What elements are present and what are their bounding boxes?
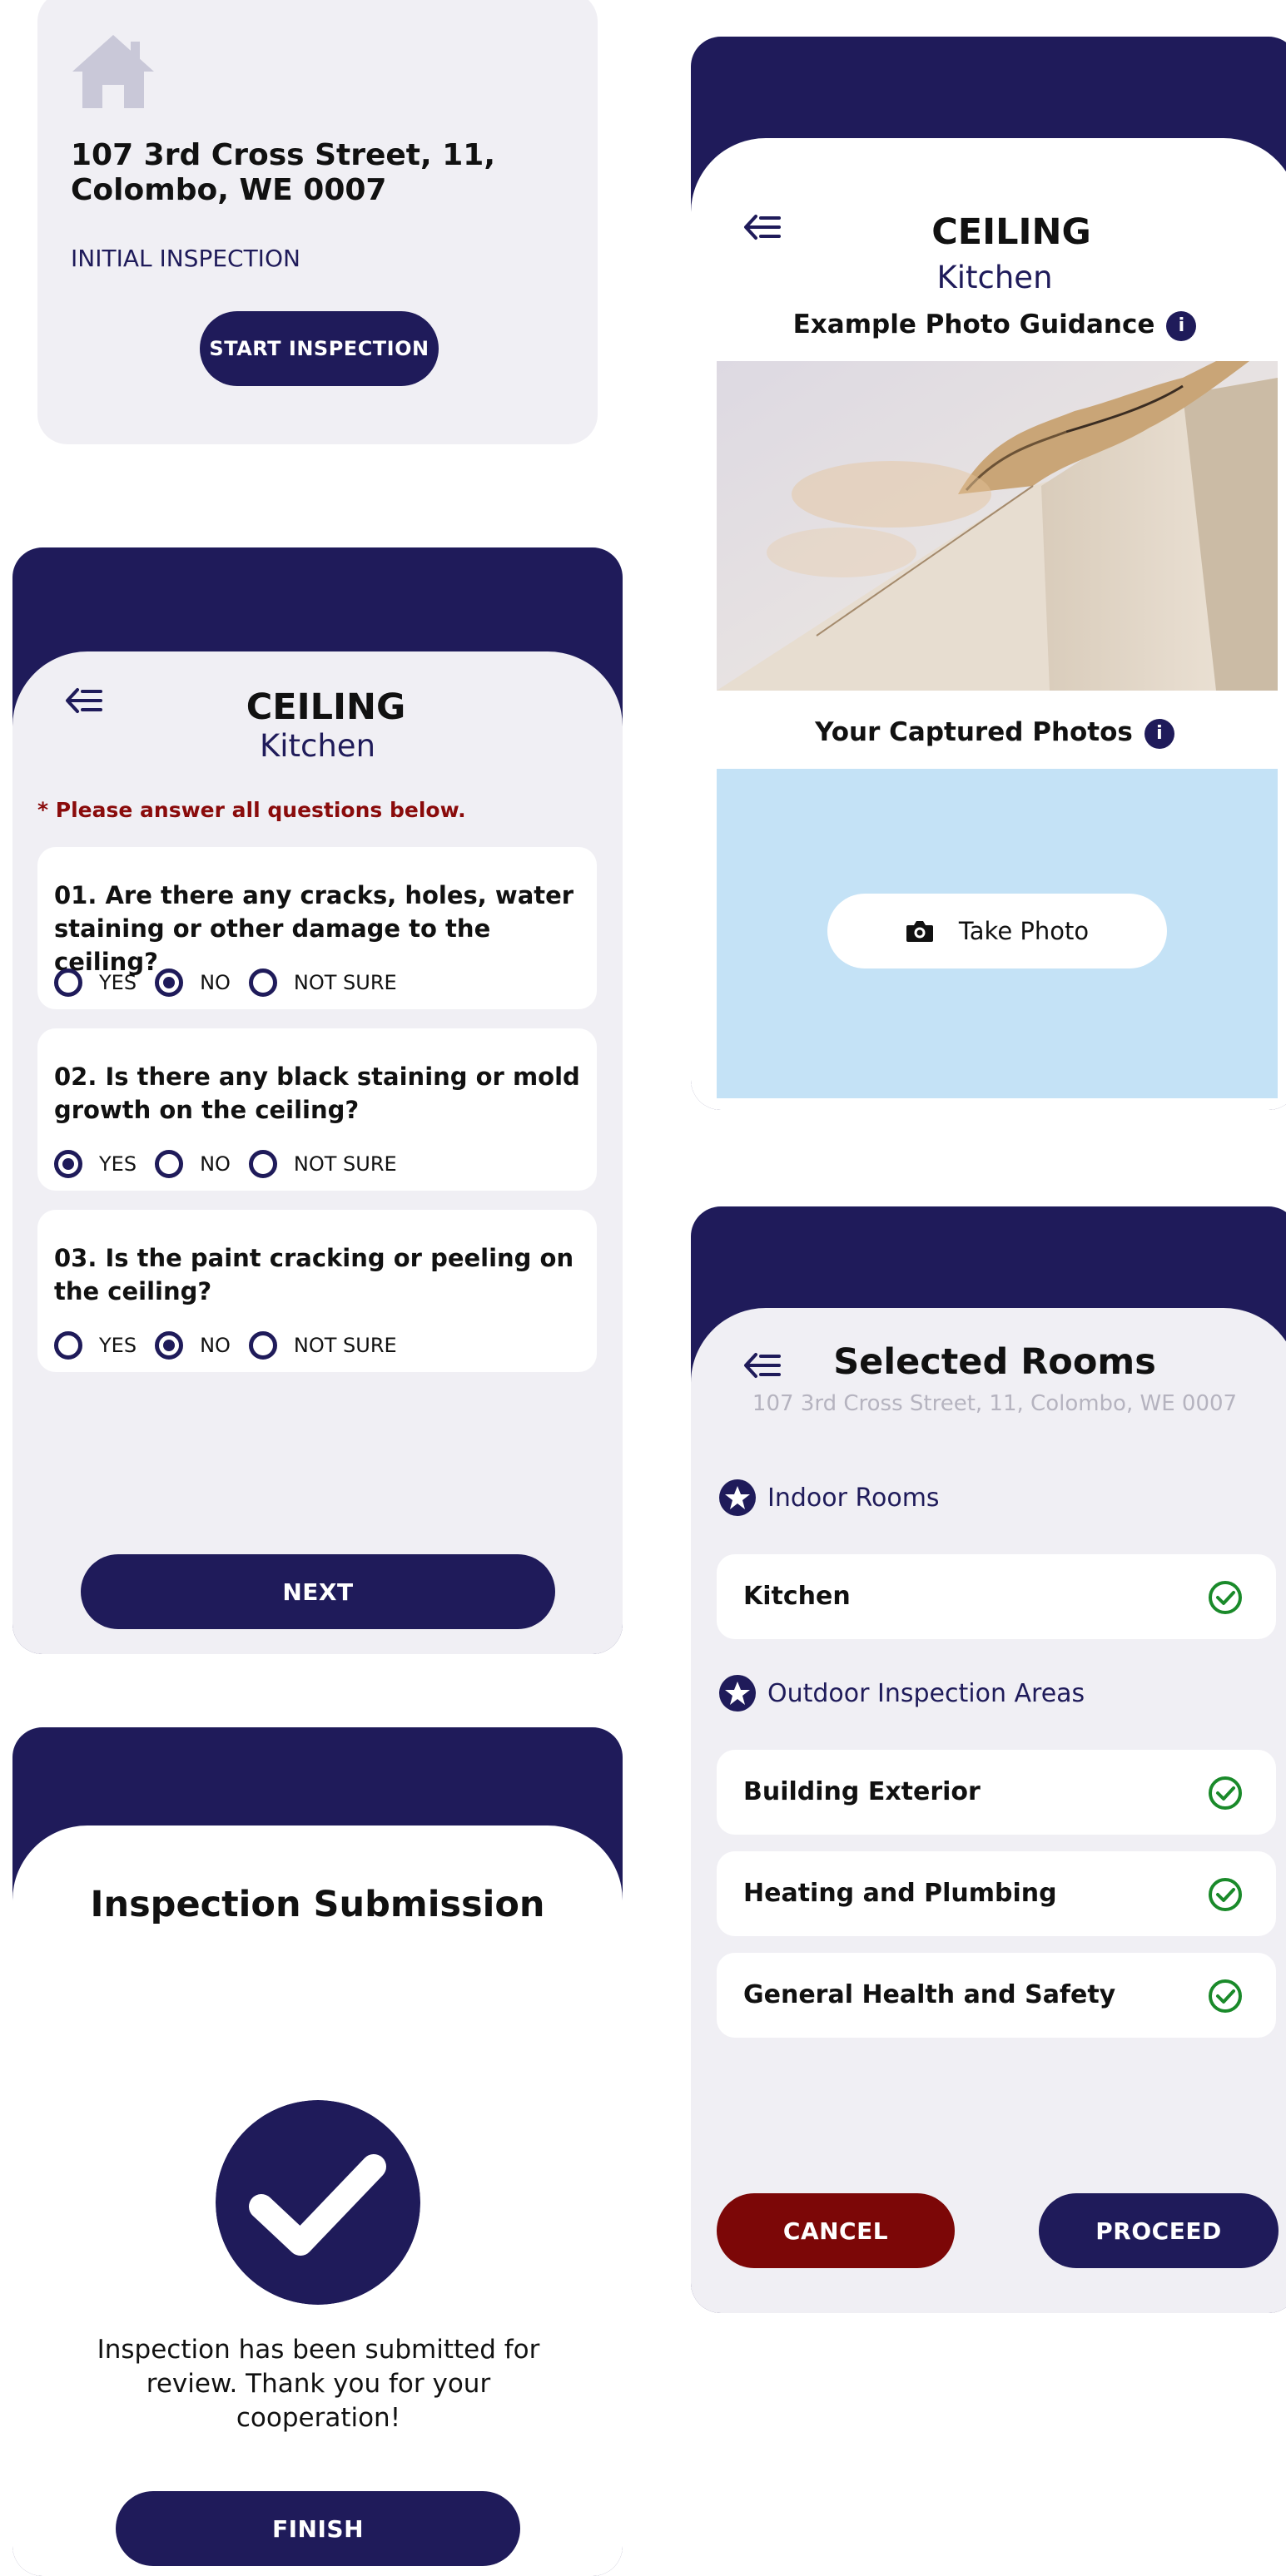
option-not-sure[interactable]: NOT SURE: [248, 1150, 397, 1178]
room-row-kitchen[interactable]: Kitchen: [717, 1554, 1276, 1639]
check-circle-icon: [1209, 1878, 1242, 1911]
option-not-sure[interactable]: NOT SURE: [248, 968, 397, 997]
radio-button[interactable]: [248, 1331, 277, 1360]
indoor-rooms-heading: Indoor Rooms: [719, 1479, 940, 1516]
screen-title: Selected Rooms: [833, 1341, 1156, 1383]
radio-button[interactable]: [248, 1150, 277, 1178]
example-ceiling-photo: [717, 361, 1278, 691]
radio-button-selected[interactable]: [155, 1331, 184, 1360]
screen-title: CEILING: [931, 211, 1091, 253]
finish-button[interactable]: FINISH: [116, 2491, 520, 2566]
answer-options: YES NO NOT SURE: [54, 1331, 415, 1360]
inspection-type-label: INITIAL INSPECTION: [71, 245, 300, 272]
photo-screen: CEILING Kitchen Example Photo Guidancei: [691, 37, 1286, 1110]
radio-button[interactable]: [54, 968, 82, 997]
answer-options: YES NO NOT SURE: [54, 1150, 415, 1178]
house-icon: [72, 35, 154, 108]
check-circle-icon: [1209, 1581, 1242, 1614]
star-badge-icon: [719, 1479, 756, 1516]
screen-title: Inspection Submission: [90, 1884, 545, 1925]
submission-screen: Inspection Submission Inspection has bee…: [12, 1727, 623, 2576]
outdoor-areas-heading: Outdoor Inspection Areas: [719, 1675, 1085, 1712]
question-text: 03. Is the paint cracking or peeling on …: [54, 1244, 574, 1305]
question-card-1: 01. Are there any cracks, holes, water s…: [37, 847, 597, 1009]
question-text: 01. Are there any cracks, holes, water s…: [54, 881, 574, 976]
proceed-button[interactable]: PROCEED: [1039, 2193, 1279, 2268]
question-card-3: 03. Is the paint cracking or peeling on …: [37, 1210, 597, 1372]
area-row-building-exterior[interactable]: Building Exterior: [717, 1750, 1276, 1835]
property-card: 107 3rd Cross Street, 11, Colombo, WE 00…: [37, 0, 598, 444]
take-photo-button[interactable]: Take Photo: [827, 894, 1167, 968]
question-card-2: 02. Is there any black staining or mold …: [37, 1028, 597, 1191]
captured-photos-heading: Your Captured Photos i: [691, 717, 1286, 749]
option-no[interactable]: NO: [155, 1331, 231, 1360]
start-inspection-button[interactable]: START INSPECTION: [200, 311, 439, 386]
option-no[interactable]: NO: [155, 968, 231, 997]
radio-button[interactable]: [155, 1150, 184, 1178]
radio-button-selected[interactable]: [54, 1150, 82, 1178]
next-button[interactable]: NEXT: [81, 1554, 555, 1629]
radio-button[interactable]: [248, 968, 277, 997]
check-circle-icon: [1209, 1776, 1242, 1810]
option-yes[interactable]: YES: [54, 968, 137, 997]
questions-sheet: CEILING Kitchen * Please answer all ques…: [12, 651, 623, 1654]
camera-icon: [906, 921, 933, 942]
option-no[interactable]: NO: [155, 1150, 231, 1178]
questions-screen: CEILING Kitchen * Please answer all ques…: [12, 547, 623, 1654]
area-row-heating-plumbing[interactable]: Heating and Plumbing: [717, 1851, 1276, 1936]
submission-message: Inspection has been submitted for review…: [97, 2335, 540, 2433]
check-circle-icon: [1209, 1979, 1242, 2013]
option-yes[interactable]: YES: [54, 1150, 137, 1178]
question-text: 02. Is there any black staining or mold …: [54, 1063, 580, 1124]
option-not-sure[interactable]: NOT SURE: [248, 1331, 397, 1360]
screen-subtitle: Kitchen: [259, 728, 376, 764]
selected-rooms-screen: Selected Rooms 107 3rd Cross Street, 11,…: [691, 1206, 1286, 2313]
property-address: 107 3rd Cross Street, 11, Colombo, WE 00…: [71, 138, 495, 207]
example-photo-heading: Example Photo Guidance i: [691, 310, 1286, 341]
answer-options: YES NO NOT SURE: [54, 968, 415, 997]
info-icon[interactable]: i: [1144, 718, 1174, 749]
radio-button[interactable]: [54, 1331, 82, 1360]
option-yes[interactable]: YES: [54, 1331, 137, 1360]
area-row-general-health-safety[interactable]: General Health and Safety: [717, 1953, 1276, 2038]
info-icon[interactable]: i: [1166, 310, 1197, 341]
captured-photos-area: Take Photo: [717, 769, 1278, 1098]
radio-button-selected[interactable]: [155, 968, 184, 997]
cancel-button[interactable]: CANCEL: [717, 2193, 955, 2268]
rooms-address: 107 3rd Cross Street, 11, Colombo, WE 00…: [752, 1391, 1238, 1416]
required-warning: * Please answer all questions below.: [37, 798, 466, 822]
screen-subtitle: Kitchen: [936, 260, 1053, 295]
screen-title: CEILING: [246, 686, 406, 728]
star-badge-icon: [719, 1675, 756, 1712]
success-check-icon: [216, 2100, 420, 2305]
